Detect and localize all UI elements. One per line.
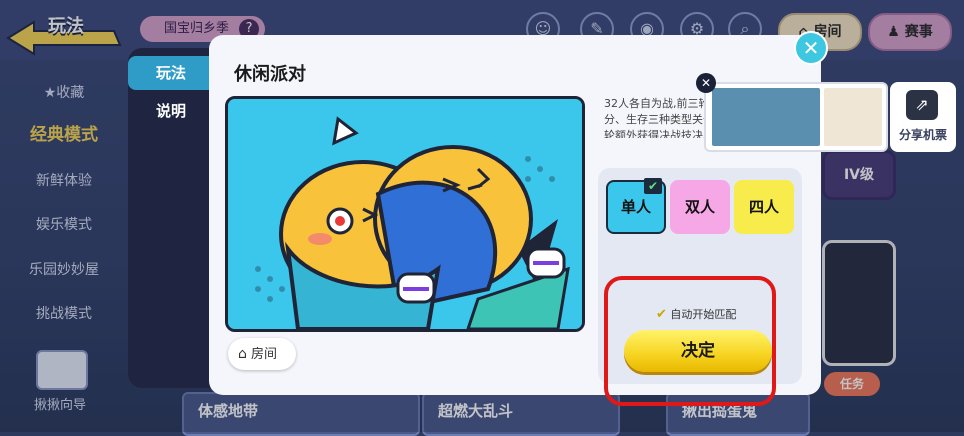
dialog-title: 休闲派对 (234, 64, 306, 85)
dialog-close-button[interactable]: ✕ (794, 31, 828, 65)
mode-illustration (225, 96, 585, 332)
highlight-frame (604, 276, 776, 406)
dialog-room-label: 房间 (251, 347, 278, 362)
share-close-button[interactable]: ✕ (696, 73, 716, 93)
share-icon: ⇗ (906, 90, 938, 120)
share-ticket-image (824, 88, 882, 146)
home-icon: ⌂ (238, 346, 247, 362)
share-ticket-label: 分享机票 (898, 128, 947, 142)
mode-squad-button[interactable]: 四人 (734, 180, 794, 234)
party-characters-image (228, 99, 582, 329)
dialog-room-button[interactable]: ⌂ 房间 (228, 338, 296, 370)
share-screenshot-image (712, 88, 820, 146)
tab-gameplay[interactable]: 玩法 (128, 56, 214, 90)
mode-duo-button[interactable]: 双人 (670, 180, 730, 234)
tab-description[interactable]: 说明 (128, 96, 214, 126)
selected-check-icon: ✔ (644, 178, 662, 194)
mode-description: 32人各自为战,前三轮分、生存三种类型关卡轮额外获得决战技决胜 (604, 97, 714, 138)
